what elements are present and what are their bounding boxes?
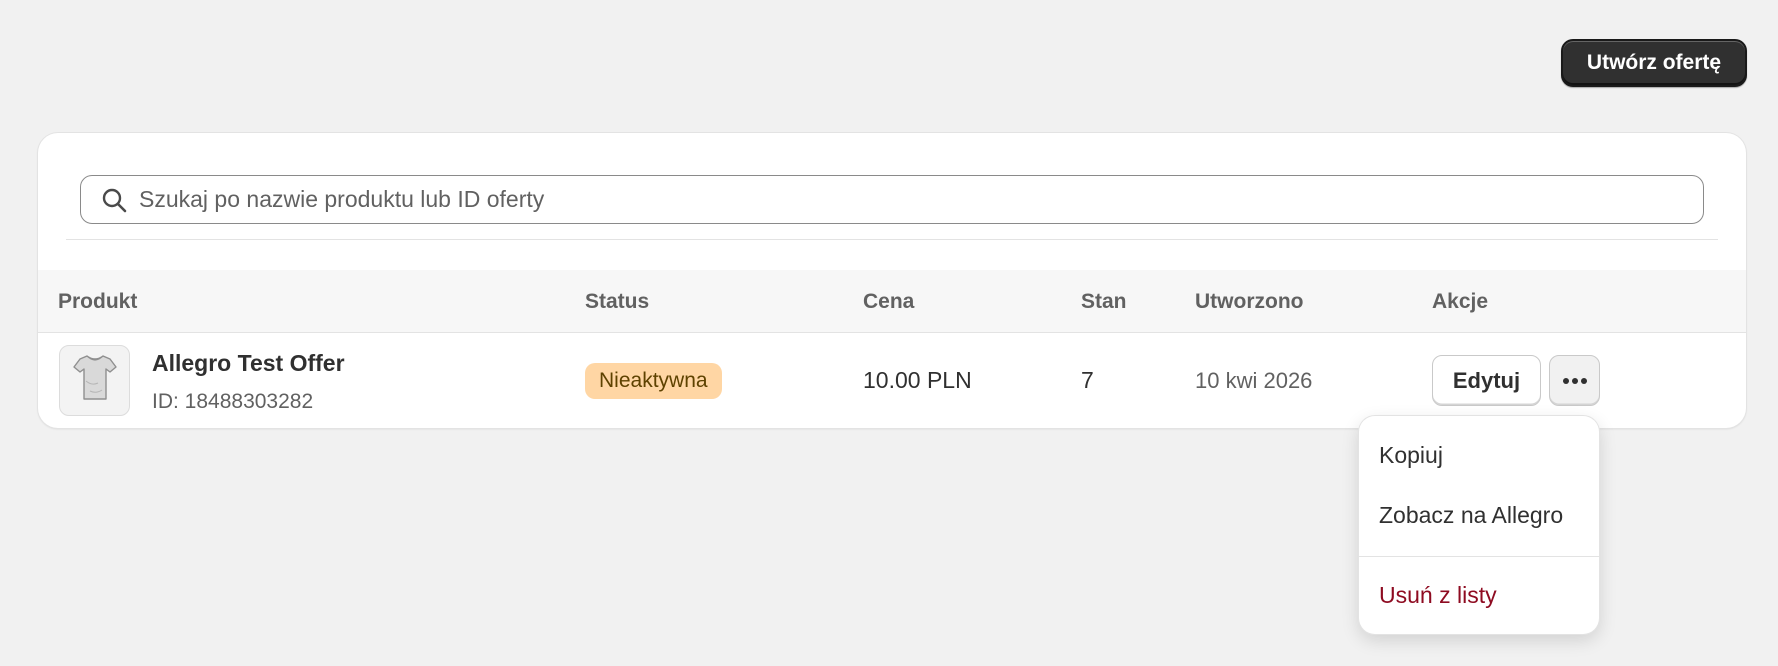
column-header-stock: Stan (1081, 289, 1127, 313)
status-badge: Nieaktywna (585, 363, 722, 399)
edit-button[interactable]: Edytuj (1432, 355, 1541, 406)
offers-card: Produkt Status Cena Stan Utworzono Akcje… (38, 133, 1746, 428)
table-row: Allegro Test Offer ID: 18488303282 Nieak… (38, 333, 1746, 428)
column-header-created: Utworzono (1195, 289, 1304, 313)
menu-item-view-on-allegro[interactable]: Zobacz na Allegro (1379, 502, 1563, 529)
search-field[interactable] (80, 175, 1704, 224)
menu-divider (1359, 556, 1599, 557)
created-date-cell: 10 kwi 2026 (1195, 367, 1313, 393)
table-header: Produkt Status Cena Stan Utworzono Akcje (38, 270, 1746, 333)
column-header-actions: Akcje (1432, 289, 1489, 313)
create-offer-button[interactable]: Utwórz ofertę (1561, 39, 1747, 87)
stock-cell: 7 (1081, 367, 1094, 393)
column-header-status: Status (585, 289, 650, 313)
tshirt-icon (72, 353, 118, 408)
search-input[interactable] (139, 176, 1703, 223)
offers-page: Utwórz ofertę Produkt Status Cena Stan U… (0, 0, 1778, 666)
offer-id: ID: 18488303282 (152, 390, 314, 413)
column-header-product: Produkt (58, 289, 138, 313)
more-actions-button[interactable] (1549, 355, 1600, 406)
search-divider (66, 239, 1718, 240)
column-header-price: Cena (863, 289, 915, 313)
ellipsis-icon (1562, 372, 1588, 390)
product-thumbnail (59, 345, 130, 416)
search-icon (101, 187, 127, 213)
product-name[interactable]: Allegro Test Offer (152, 350, 345, 377)
menu-item-copy[interactable]: Kopiuj (1379, 442, 1443, 469)
price-cell: 10.00 PLN (863, 367, 972, 393)
actions-menu: Kopiuj Zobacz na Allegro Usuń z listy (1359, 416, 1599, 634)
menu-item-remove-from-list[interactable]: Usuń z listy (1379, 582, 1497, 609)
